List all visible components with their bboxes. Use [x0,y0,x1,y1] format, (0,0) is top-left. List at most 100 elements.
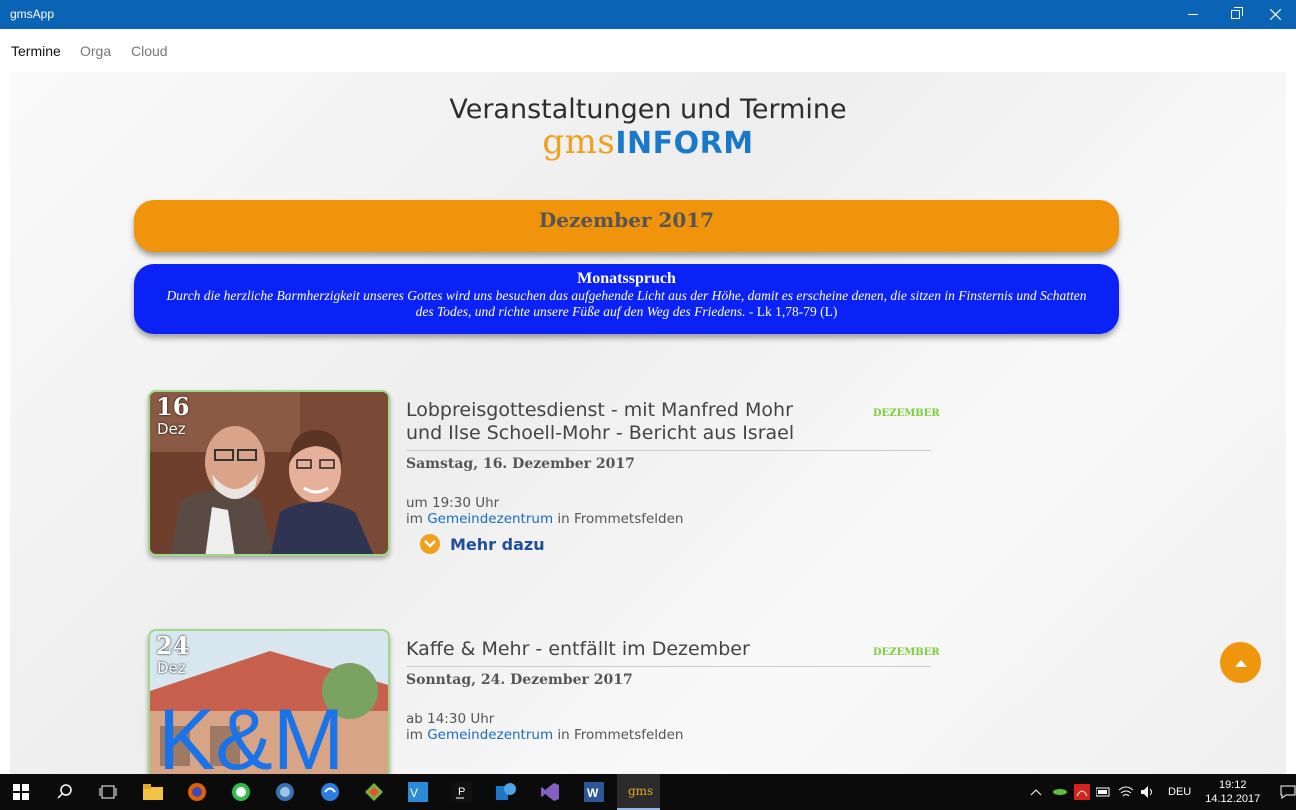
more-button-label: Mehr dazu [450,534,545,554]
taskbar-whatsapp[interactable] [227,778,255,806]
event-month-badge: DEZEMBER [873,408,940,419]
location-suffix: in Frommetsfelden [557,511,684,527]
start-button[interactable] [7,778,35,806]
taskbar-gms-active[interactable]: gms [617,774,660,810]
visual-studio-icon [541,783,559,801]
acrobat-tray-icon[interactable] [1074,784,1090,800]
event-day: 16 [156,392,190,421]
tray-app-icon[interactable] [1052,787,1068,797]
minimize-icon [1188,14,1198,15]
search-button[interactable] [51,778,79,806]
notification-icon[interactable] [1280,785,1296,799]
taskbar-word[interactable]: W [580,778,608,806]
taskbar-app-sync[interactable] [316,778,344,806]
volume-icon[interactable] [1140,785,1156,799]
monatsspruch-heading: Monatsspruch [577,270,676,287]
page-title: Veranstaltungen und Termine [449,94,847,125]
main-content[interactable]: Veranstaltungen und Termine gmsINFORM De… [10,72,1286,774]
more-button[interactable]: Mehr dazu [420,534,545,554]
event-month-badge: DEZEMBER [873,647,940,658]
logo-inform: INFORM [615,126,754,161]
taskbar-explorer[interactable] [139,778,167,806]
monatsspruch-box: Monatsspruch Durch die herzliche Barmher… [134,264,1119,334]
folder-icon [143,784,163,800]
svg-text:P: P [458,786,465,798]
event-month: Dez [157,659,186,677]
nav-tab-orga[interactable]: Orga [80,43,111,59]
battery-icon[interactable] [1096,787,1112,797]
location-link[interactable]: Gemeindezentrum [427,727,553,743]
task-view-button[interactable] [94,778,122,806]
git-icon [365,783,383,801]
event-divider [406,666,931,667]
caret-up-icon [1234,659,1247,667]
monatsspruch-reference: - Lk 1,78-79 (L) [745,304,838,319]
month-banner: Dezember 2017 [134,200,1119,252]
event-card: K&M 24 Dez Kaffe & Mehr - entfällt im De… [148,629,948,774]
system-tray: DEU 19:12 14.12.2017 [1030,774,1296,810]
event-time: um 19:30 Uhr [406,495,500,511]
event-time: ab 14:30 Uhr [406,711,495,727]
maximize-button[interactable] [1214,0,1256,29]
event-title[interactable]: Lobpreisgottesdienst - mit Manfred Mohr … [406,399,806,445]
windows-logo-icon [13,784,29,800]
chevron-up-icon[interactable] [1030,788,1042,796]
taskbar-app-globe[interactable] [271,778,299,806]
month-banner-label: Dezember 2017 [538,208,715,232]
taskbar-gms-label: gms [628,784,654,798]
location-prefix: im [406,511,423,527]
globe-icon [276,783,294,801]
monatsspruch-quote: Durch die herzliche Barmherzigkeit unser… [166,288,1087,319]
event-image[interactable]: K&M 24 Dez [148,629,390,774]
svg-text:V: V [410,786,418,800]
window-titlebar: gmsApp [0,0,1296,29]
window-title: gmsApp [10,7,55,21]
taskbar-app-ve[interactable]: V [404,778,432,806]
ve-icon: V [408,782,428,802]
location-link[interactable]: Gemeindezentrum [427,511,553,527]
event-divider [406,450,931,451]
word-icon: W [584,782,604,802]
event-month: Dez [157,420,186,438]
language-indicator[interactable]: DEU [1168,786,1191,798]
wifi-icon[interactable] [1118,785,1134,799]
close-button[interactable] [1254,0,1296,29]
location-prefix: im [406,727,423,743]
event-location: im Gemeindezentrum in Frommetsfelden [406,511,683,527]
logo-gms: gms [542,122,616,162]
event-day: 24 [156,631,190,660]
sharepoint-icon [496,783,516,800]
taskbar-app-git[interactable] [360,778,388,806]
minimize-button[interactable] [1172,0,1214,29]
taskbar-visual-studio[interactable] [536,778,564,806]
jetbrains-icon: P [452,782,472,802]
windows-taskbar: V P W gms DEU 19:12 14.12.2017 [0,774,1296,810]
search-icon [57,784,72,799]
gmsinform-logo: gmsINFORM [10,122,1286,162]
svg-text:W: W [587,786,599,800]
event-card: 16 Dez Lobpreisgottesdienst - mit Manfre… [148,390,948,560]
top-navigation: Termine Orga Cloud [0,29,1296,71]
close-icon [1269,9,1281,20]
event-title[interactable]: Kaffe & Mehr - entfällt im Dezember [406,638,806,661]
nav-tab-termine[interactable]: Termine [11,43,61,59]
event-image-text: K&M [158,692,344,774]
chevron-down-icon [420,534,440,554]
nav-tab-cloud[interactable]: Cloud [131,43,168,59]
sync-icon [321,783,339,801]
taskbar-app-sharepoint[interactable] [492,778,520,806]
taskbar-app-jetbrains[interactable]: P [448,778,476,806]
event-date: Sonntag, 24. Dezember 2017 [406,672,633,688]
clock[interactable]: 19:12 14.12.2017 [1205,778,1260,806]
event-image[interactable]: 16 Dez [148,390,390,556]
taskbar-firefox[interactable] [183,778,211,806]
clock-date: 14.12.2017 [1205,793,1261,805]
clock-time: 19:12 [1219,779,1247,791]
scroll-to-top-button[interactable] [1220,642,1261,683]
task-view-icon [99,785,117,799]
firefox-icon [188,783,206,801]
location-suffix: in Frommetsfelden [557,727,684,743]
whatsapp-icon [232,783,250,801]
monatsspruch-text: Durch die herzliche Barmherzigkeit unser… [134,288,1119,320]
restore-icon [1230,7,1243,19]
